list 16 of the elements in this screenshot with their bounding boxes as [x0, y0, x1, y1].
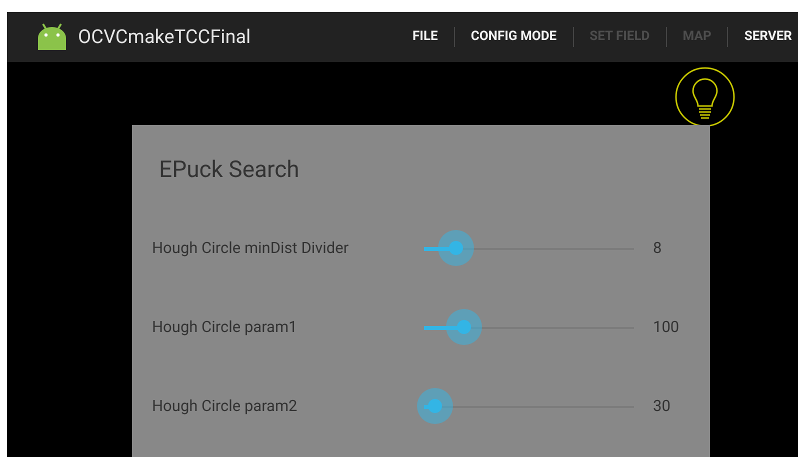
slider-thumb[interactable]: [438, 230, 474, 266]
slider-value: 30: [653, 396, 670, 418]
app-title: OCVCmakeTCCFinal: [78, 24, 251, 50]
slider-value: 8: [653, 238, 662, 260]
menu-item[interactable]: FILE: [396, 27, 454, 47]
setting-label: Hough Circle param2: [152, 396, 298, 418]
slider-thumb[interactable]: [416, 388, 452, 424]
slider-value: 100: [653, 317, 680, 338]
slider-thumb[interactable]: [446, 309, 482, 345]
setting-label: Hough Circle param1: [152, 317, 298, 338]
menu-item[interactable]: SERVER: [728, 27, 798, 47]
setting-label: Hough Circle minDist Divider: [152, 238, 349, 260]
android-icon: [36, 22, 68, 52]
lightbulb-icon[interactable]: [674, 66, 736, 128]
menu-item[interactable]: CONFIG MODE: [454, 27, 573, 47]
dialog-title: EPuck Search: [159, 155, 300, 185]
